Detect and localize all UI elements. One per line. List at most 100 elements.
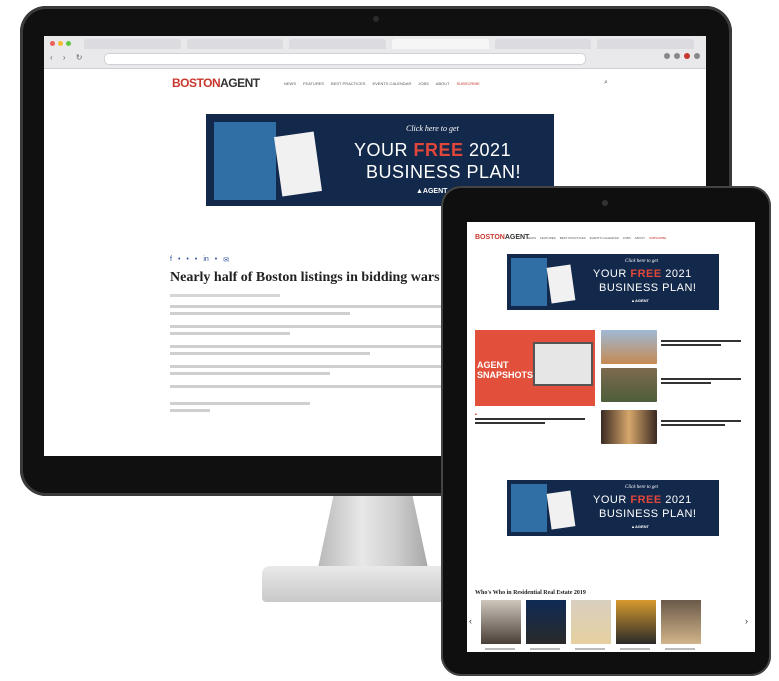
profile-caption — [665, 648, 695, 650]
snapshots-label: AGENT SNAPSHOTS — [477, 360, 534, 380]
menu-item-best-practices[interactable]: BEST PRACTICES — [331, 81, 365, 86]
carousel-prev-icon[interactable]: ‹ — [469, 616, 472, 626]
profile-photo[interactable] — [526, 600, 566, 644]
browser-chrome: ‹ › ↻ — [44, 36, 706, 69]
menu-item-subscribe[interactable]: SUBSCRIBE — [649, 236, 666, 240]
extension-icon[interactable] — [664, 53, 670, 59]
menu-item-subscribe[interactable]: SUBSCRIBE — [457, 81, 480, 86]
menu-item-about[interactable]: ABOUT — [436, 81, 450, 86]
story-thumbnail[interactable] — [601, 330, 657, 364]
toolbar-icons — [664, 53, 700, 59]
maximize-icon[interactable] — [66, 41, 71, 46]
menu-item-features[interactable]: FEATURES — [540, 236, 556, 240]
profile-photo[interactable] — [481, 600, 521, 644]
story-headline[interactable] — [661, 340, 741, 342]
article-headline: Nearly half of Boston listings in biddin… — [170, 270, 440, 285]
monitor-stand — [318, 496, 428, 568]
story-headline[interactable] — [661, 378, 741, 380]
menu-item-features[interactable]: FEATURES — [303, 81, 324, 86]
site-menu: NEWS FEATURES BEST PRACTICES EVENTS CALE… — [527, 236, 666, 240]
linkedin-icon[interactable]: in — [203, 256, 208, 264]
share-count: • — [194, 256, 198, 263]
logo-text: AGENT — [220, 76, 260, 90]
tablet-screen: BOSTONAGENT NEWS FEATURES BEST PRACTICES… — [467, 222, 755, 652]
browser-tabs — [84, 39, 695, 49]
story-headline[interactable] — [661, 420, 741, 422]
menu-item-events[interactable]: EVENTS CALENDAR — [372, 81, 411, 86]
ad-cta: Click here to get — [625, 485, 658, 490]
agent-snapshots-feature[interactable]: AGENT SNAPSHOTS — [475, 330, 595, 406]
site-logo[interactable]: BOSTONAGENT — [475, 234, 529, 241]
profile-caption — [575, 648, 605, 650]
nav-buttons[interactable]: ‹ › ↻ — [50, 53, 86, 62]
browser-tab[interactable] — [494, 39, 592, 49]
article-meta — [170, 294, 280, 297]
story-thumbnail[interactable] — [601, 368, 657, 402]
article: f • • • in • ✉ Nearly half of Boston lis… — [170, 256, 470, 412]
story-headline[interactable] — [661, 382, 711, 384]
facebook-icon[interactable]: f — [170, 256, 172, 264]
ad-document-image — [274, 131, 322, 197]
site-logo[interactable]: BOSTONAGENT — [172, 76, 260, 90]
ad-book-image — [214, 122, 276, 200]
ad-book-image — [511, 484, 547, 532]
menu-item-news[interactable]: NEWS — [527, 236, 536, 240]
browser-tab[interactable] — [186, 39, 284, 49]
tablet-camera — [602, 200, 608, 206]
ad-document-image — [546, 490, 576, 530]
window-controls — [50, 41, 71, 46]
browser-tab-active[interactable] — [392, 39, 489, 49]
ad-brand-logo: ▲AGENT — [631, 524, 649, 529]
share-bar: f • • • in • ✉ — [170, 256, 470, 264]
email-icon[interactable]: ✉ — [223, 256, 229, 264]
profile-caption — [485, 648, 515, 650]
logo-text: AGENT — [504, 234, 530, 241]
site-header: BOSTONAGENT NEWS FEATURES BEST PRACTICES… — [44, 68, 706, 96]
story-headline[interactable] — [475, 422, 545, 424]
minimize-icon[interactable] — [58, 41, 63, 46]
twitter-icon[interactable]: • — [186, 256, 188, 264]
extension-icon[interactable] — [674, 53, 680, 59]
browser-tab[interactable] — [597, 39, 695, 49]
story-thumbnail[interactable] — [601, 410, 657, 444]
ad-brand-logo: ▲AGENT — [416, 188, 448, 195]
profile-caption — [620, 648, 650, 650]
ad-headline-2: BUSINESS PLAN! — [366, 162, 522, 182]
close-icon[interactable] — [50, 41, 55, 46]
menu-item-news[interactable]: NEWS — [284, 81, 296, 86]
laptop-image — [533, 342, 593, 386]
whos-who-heading: Who's Who in Residential Real Estate 201… — [475, 590, 586, 596]
profile-photo[interactable] — [571, 600, 611, 644]
story-tag: ■ — [475, 412, 477, 416]
business-plan-ad-2[interactable]: Click here to get YOUR FREE 2021 BUSINES… — [507, 480, 719, 536]
ad-document-image — [546, 264, 576, 304]
browser-tab[interactable] — [84, 39, 181, 49]
menu-item-about[interactable]: ABOUT — [635, 236, 645, 240]
menu-item-events[interactable]: EVENTS CALENDAR — [590, 236, 619, 240]
story-headline[interactable] — [661, 424, 725, 426]
story-headline[interactable] — [661, 344, 721, 346]
site-menu: NEWS FEATURES BEST PRACTICES EVENTS CALE… — [284, 81, 480, 86]
story-headline[interactable] — [475, 418, 585, 420]
ad-headline-2: BUSINESS PLAN! — [599, 508, 697, 520]
extension-icon[interactable] — [684, 53, 690, 59]
menu-item-jobs[interactable]: JOBS — [418, 81, 428, 86]
menu-icon[interactable] — [694, 53, 700, 59]
profile-photo[interactable] — [661, 600, 701, 644]
ad-headline-1: YOUR FREE 2021 — [354, 140, 512, 160]
browser-tab[interactable] — [289, 39, 387, 49]
ad-book-image — [511, 258, 547, 306]
carousel-next-icon[interactable]: › — [745, 616, 748, 626]
ad-headline-1: YOUR FREE 2021 — [593, 494, 692, 506]
profile-caption — [530, 648, 560, 650]
menu-item-best-practices[interactable]: BEST PRACTICES — [560, 236, 586, 240]
ad-headline-2: BUSINESS PLAN! — [599, 282, 697, 294]
address-bar[interactable] — [104, 53, 586, 65]
business-plan-ad[interactable]: Click here to get YOUR FREE 2021 BUSINES… — [507, 254, 719, 310]
monitor-camera — [373, 16, 379, 22]
search-icon[interactable]: ⌕ — [604, 79, 608, 87]
menu-item-jobs[interactable]: JOBS — [623, 236, 631, 240]
profile-photo[interactable] — [616, 600, 656, 644]
logo-text: BOSTON — [475, 234, 505, 241]
whos-who-carousel — [481, 600, 701, 644]
